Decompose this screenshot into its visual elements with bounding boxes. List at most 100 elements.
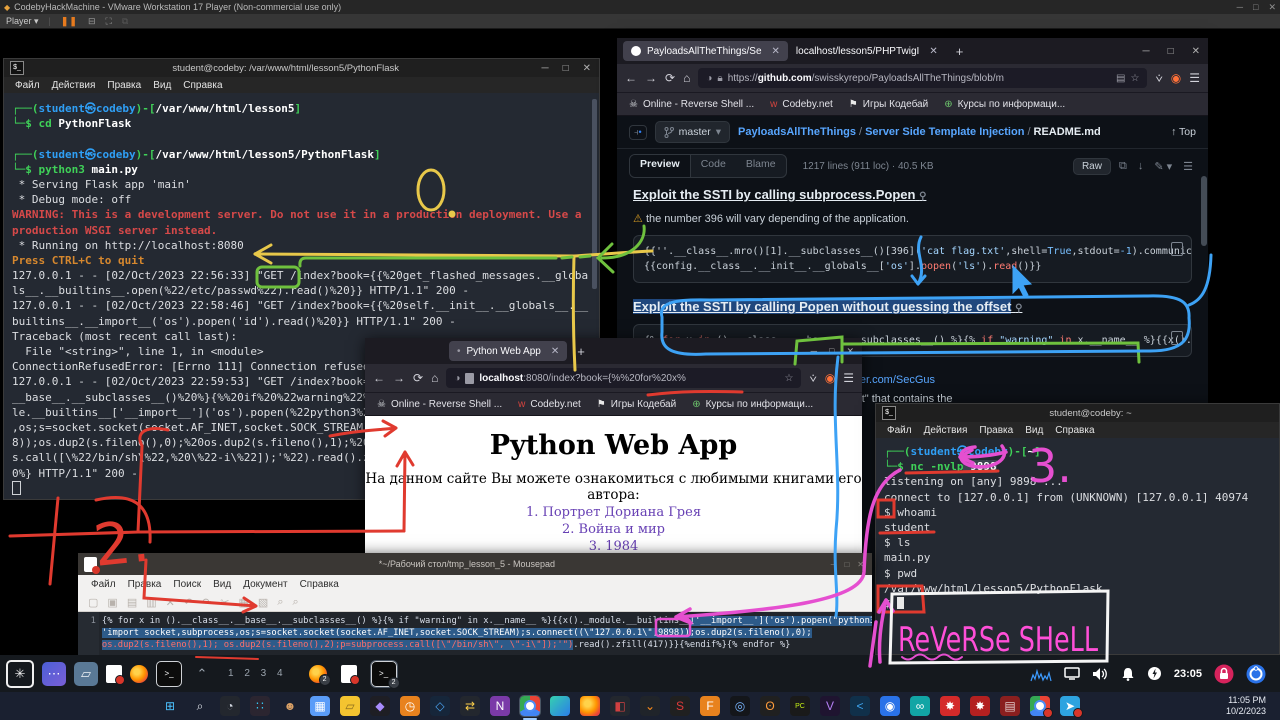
- toolbar-icon[interactable]: ▤: [127, 596, 137, 609]
- minimize-button[interactable]: ─: [541, 63, 548, 74]
- menu-item[interactable]: Поиск: [168, 579, 206, 590]
- back-icon[interactable]: ←: [373, 371, 385, 385]
- s-app-icon[interactable]: S: [670, 696, 690, 716]
- chrome-app-icon[interactable]: [520, 696, 540, 716]
- vmware-maximize-button[interactable]: □: [1253, 2, 1258, 13]
- toolbar-icon[interactable]: ↶: [184, 596, 193, 609]
- pause-button[interactable]: ❚❚: [61, 16, 78, 27]
- breadcrumb-repo[interactable]: PayloadsAllTheThings: [738, 126, 856, 138]
- pocket-icon[interactable]: ⩒: [809, 371, 816, 386]
- book-link[interactable]: 2. Война и мир: [365, 522, 862, 537]
- new-tab-button[interactable]: +: [956, 44, 964, 59]
- top-button[interactable]: ↑ Top: [1171, 126, 1196, 138]
- book-link[interactable]: 1. Портрет Дориана Грея: [365, 505, 862, 520]
- blender-app-icon[interactable]: ʘ: [760, 696, 780, 716]
- obsidian-app-icon[interactable]: ◆: [370, 696, 390, 716]
- toolbox-app-icon[interactable]: ▤: [1000, 696, 1020, 716]
- tab-python-web-app[interactable]: • Python Web App ✕: [449, 341, 567, 361]
- star-icon[interactable]: ☆: [1130, 73, 1139, 84]
- media-app-icon[interactable]: ◧: [610, 696, 630, 716]
- url-bar[interactable]: ◑ 🔒︎ https://github.com/swisskyrepo/Payl…: [698, 68, 1147, 88]
- section-heading-subprocess[interactable]: Exploit the SSTI by calling subprocess.P…: [633, 187, 1192, 202]
- toolbar-icon[interactable]: ↷: [202, 596, 211, 609]
- minimize-button[interactable]: ─: [1142, 46, 1149, 57]
- firefox-app-icon[interactable]: [580, 696, 600, 716]
- gear-red-app-icon[interactable]: ✸: [940, 696, 960, 716]
- breadcrumb-dir[interactable]: Server Side Template Injection: [865, 126, 1024, 138]
- shield-icon[interactable]: ◑: [706, 73, 712, 84]
- bookmark-item[interactable]: ☠Online - Reverse Shell ...: [377, 399, 502, 410]
- scrollbar[interactable]: [1201, 176, 1207, 246]
- copy-code-icon[interactable]: [1171, 242, 1183, 256]
- bookmark-item[interactable]: ☠Online - Reverse Shell ...: [629, 99, 754, 110]
- pycharm-app-icon[interactable]: PC: [790, 696, 810, 716]
- branch-selector[interactable]: master ▾: [655, 121, 730, 143]
- terminal-window-button[interactable]: >_2: [371, 661, 397, 687]
- menu-item[interactable]: Справка: [178, 80, 227, 91]
- fullscreen-icon[interactable]: ⛶: [106, 16, 112, 27]
- url-bar[interactable]: ◑ localhost:8080/index?book={%%20for%20x…: [446, 368, 801, 388]
- extension-icon[interactable]: ◉: [1171, 71, 1181, 85]
- bookmark-item[interactable]: ⚑Игры Кодебай: [597, 399, 676, 410]
- terminal2-titlebar[interactable]: $_ student@codeby: ~: [876, 404, 1279, 422]
- bookmark-item[interactable]: ⊕Курсы по информаци...: [692, 399, 813, 410]
- menu-item[interactable]: Справка: [295, 579, 344, 590]
- toolbar-icon[interactable]: ▥: [146, 596, 156, 609]
- close-button[interactable]: ✕: [846, 346, 854, 357]
- linux-clock[interactable]: 23:05: [1174, 668, 1202, 680]
- menu-icon[interactable]: ☰: [843, 371, 854, 385]
- bookmark-item[interactable]: ⚑Игры Кодебай: [849, 99, 928, 110]
- minimize-button[interactable]: ─: [831, 560, 837, 569]
- mousepad-window-button[interactable]: [341, 665, 357, 683]
- distro-logo-icon[interactable]: ✳: [6, 660, 34, 688]
- star-icon[interactable]: ☆: [784, 373, 793, 384]
- close-button[interactable]: ✕: [583, 63, 591, 74]
- toolbar-icon[interactable]: ▣: [107, 596, 117, 609]
- chrome-profile-icon[interactable]: [1030, 696, 1050, 716]
- notification-bell-icon[interactable]: [1121, 667, 1135, 681]
- file-tree-icon[interactable]: ⫞•: [629, 125, 647, 140]
- toolbar-icon[interactable]: ⌕: [292, 596, 298, 609]
- scrollbar[interactable]: [592, 99, 597, 289]
- forward-icon[interactable]: →: [645, 71, 657, 85]
- assistant-app-icon[interactable]: ☻: [280, 696, 300, 716]
- start-button[interactable]: ⊞: [160, 696, 180, 716]
- shape-app-icon[interactable]: ◇: [430, 696, 450, 716]
- chevron-up-icon[interactable]: ⌃: [190, 662, 214, 686]
- gauge-app-icon[interactable]: ◔: [220, 696, 240, 716]
- calendar-app-icon[interactable]: ▦: [310, 696, 330, 716]
- menu-item[interactable]: Вид: [148, 80, 176, 91]
- menu-item[interactable]: Файл: [86, 579, 121, 590]
- close-button[interactable]: ✕: [857, 560, 864, 569]
- app-blue-icon[interactable]: ⋯: [42, 662, 66, 686]
- back-icon[interactable]: ←: [625, 71, 637, 85]
- reload-icon[interactable]: ⟳: [413, 371, 423, 385]
- close-button[interactable]: ✕: [1192, 46, 1200, 57]
- code-block-popen[interactable]: {{''.__class__.mro()[1].__subclasses__()…: [633, 235, 1192, 283]
- maximize-button[interactable]: □: [829, 346, 834, 357]
- menu-icon[interactable]: ☰: [1189, 71, 1200, 85]
- vmware-tools-icon[interactable]: [1246, 664, 1266, 684]
- extension-icon[interactable]: ◉: [825, 371, 835, 385]
- menu-item[interactable]: Правка: [123, 579, 167, 590]
- book-link[interactable]: 3. 1984: [365, 539, 862, 554]
- toolbar-icon[interactable]: ▧: [258, 596, 268, 609]
- close-tab-icon[interactable]: ✕: [772, 46, 780, 57]
- tab-code[interactable]: Code: [691, 155, 736, 177]
- maximize-button[interactable]: □: [1168, 46, 1174, 57]
- terminal1-titlebar[interactable]: $_ student@codeby: /var/www/html/lesson5…: [4, 59, 599, 77]
- shield-icon[interactable]: ◑: [454, 373, 460, 384]
- menu-item[interactable]: Файл: [10, 80, 45, 91]
- menu-item[interactable]: Файл: [882, 425, 917, 436]
- menu-item[interactable]: Вид: [208, 579, 236, 590]
- forward-icon[interactable]: →: [393, 371, 405, 385]
- toolbar-icon[interactable]: ⌕: [277, 596, 283, 609]
- carrot-app-icon[interactable]: ⌄: [640, 696, 660, 716]
- reload-icon[interactable]: ⟳: [665, 71, 675, 85]
- tab-localhost-phptwig[interactable]: localhost/lesson5/PHPTwigI ✕: [788, 41, 946, 61]
- copy-icon[interactable]: ⧉: [1116, 160, 1130, 173]
- workspace-switcher[interactable]: 1 2 3 4: [222, 668, 293, 679]
- telegram-app-icon[interactable]: ➤: [1060, 696, 1080, 716]
- visualstudio-app-icon[interactable]: V: [820, 696, 840, 716]
- tab-preview[interactable]: Preview: [630, 155, 691, 177]
